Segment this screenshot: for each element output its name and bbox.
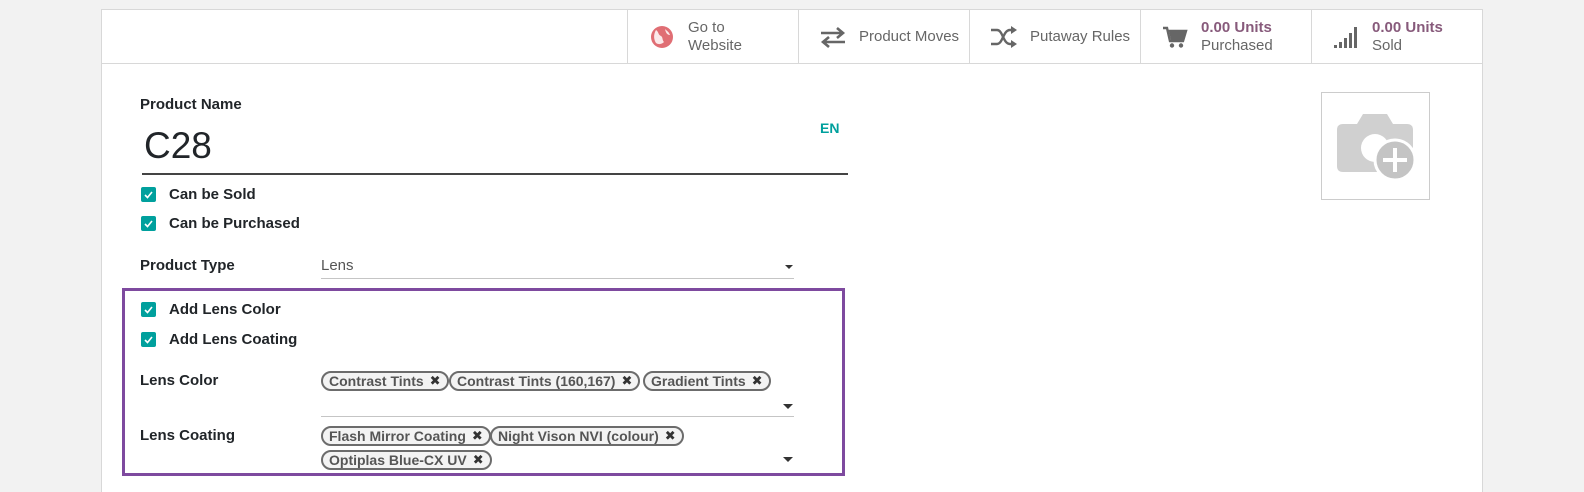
sold-label: Sold bbox=[1372, 36, 1403, 54]
units-purchased-button[interactable]: 0.00 Units Purchased bbox=[1140, 10, 1311, 63]
can-be-sold-checkbox[interactable]: Can be Sold bbox=[141, 186, 256, 203]
can-be-purchased-label: Can be Purchased bbox=[169, 215, 300, 232]
checkmark-icon bbox=[141, 187, 156, 202]
signal-bars-icon bbox=[1330, 23, 1362, 51]
lens-color-tag: Contrast Tints ✖ bbox=[321, 371, 449, 391]
product-type-label: Product Type bbox=[140, 257, 235, 274]
checkmark-icon bbox=[141, 332, 156, 347]
checkmark-icon bbox=[141, 216, 156, 231]
add-lens-color-checkbox[interactable]: Add Lens Color bbox=[141, 301, 281, 318]
sold-value: 0.00 Units bbox=[1372, 18, 1443, 36]
website-line1: Go to bbox=[688, 18, 725, 36]
product-name-label: Product Name bbox=[140, 96, 242, 113]
product-image-placeholder[interactable] bbox=[1321, 92, 1430, 200]
putaway-rules-label: Putaway Rules bbox=[1030, 27, 1131, 45]
website-line2: Website bbox=[688, 36, 742, 54]
remove-tag-icon[interactable]: ✖ bbox=[430, 373, 441, 389]
lens-color-tag: Gradient Tints ✖ bbox=[643, 371, 771, 391]
chevron-down-icon[interactable] bbox=[783, 457, 793, 462]
go-to-website-button[interactable]: Go to Website bbox=[627, 10, 798, 63]
units-sold-button[interactable]: 0.00 Units Sold bbox=[1311, 10, 1482, 63]
remove-tag-icon[interactable]: ✖ bbox=[665, 428, 676, 444]
remove-tag-icon[interactable]: ✖ bbox=[621, 373, 632, 389]
purchased-label: Purchased bbox=[1201, 36, 1273, 54]
product-type-select[interactable]: Lens bbox=[321, 257, 794, 279]
lens-coating-label: Lens Coating bbox=[140, 427, 236, 444]
chevron-down-icon[interactable] bbox=[783, 404, 793, 409]
remove-tag-icon[interactable]: ✖ bbox=[752, 373, 763, 389]
remove-tag-icon[interactable]: ✖ bbox=[473, 452, 484, 468]
can-be-purchased-checkbox[interactable]: Can be Purchased bbox=[141, 215, 300, 232]
chevron-down-icon[interactable] bbox=[785, 265, 793, 269]
product-moves-label: Product Moves bbox=[859, 27, 960, 45]
add-lens-coating-checkbox[interactable]: Add Lens Coating bbox=[141, 331, 297, 348]
shopping-cart-icon bbox=[1159, 23, 1191, 51]
purchased-value: 0.00 Units bbox=[1201, 18, 1272, 36]
product-type-value: Lens bbox=[321, 257, 354, 274]
checkmark-icon bbox=[141, 302, 156, 317]
putaway-rules-button[interactable]: Putaway Rules bbox=[969, 10, 1140, 63]
remove-tag-icon[interactable]: ✖ bbox=[472, 428, 483, 444]
smart-button-box: Go to Website Product Moves Putaway Rule… bbox=[102, 10, 1482, 64]
lens-color-tag: Contrast Tints (160,167) ✖ bbox=[449, 371, 641, 391]
globe-icon bbox=[646, 23, 678, 51]
lens-coating-tag: Optiplas Blue-CX UV ✖ bbox=[321, 450, 492, 470]
product-moves-button[interactable]: Product Moves bbox=[798, 10, 969, 63]
can-be-sold-label: Can be Sold bbox=[169, 186, 256, 203]
lens-coating-tag: Night Vison NVI (colour) ✖ bbox=[490, 426, 684, 446]
product-name-input[interactable]: C28 bbox=[142, 117, 848, 175]
lens-coating-tag: Flash Mirror Coating ✖ bbox=[321, 426, 491, 446]
lens-color-label: Lens Color bbox=[140, 372, 219, 389]
add-lens-color-label: Add Lens Color bbox=[169, 301, 281, 318]
form-sheet: Go to Website Product Moves Putaway Rule… bbox=[101, 9, 1483, 492]
language-button[interactable]: EN bbox=[820, 120, 839, 136]
shuffle-icon bbox=[988, 23, 1020, 51]
exchange-arrows-icon bbox=[817, 23, 849, 51]
add-lens-coating-label: Add Lens Coating bbox=[169, 331, 298, 348]
camera-add-icon bbox=[1336, 114, 1416, 182]
